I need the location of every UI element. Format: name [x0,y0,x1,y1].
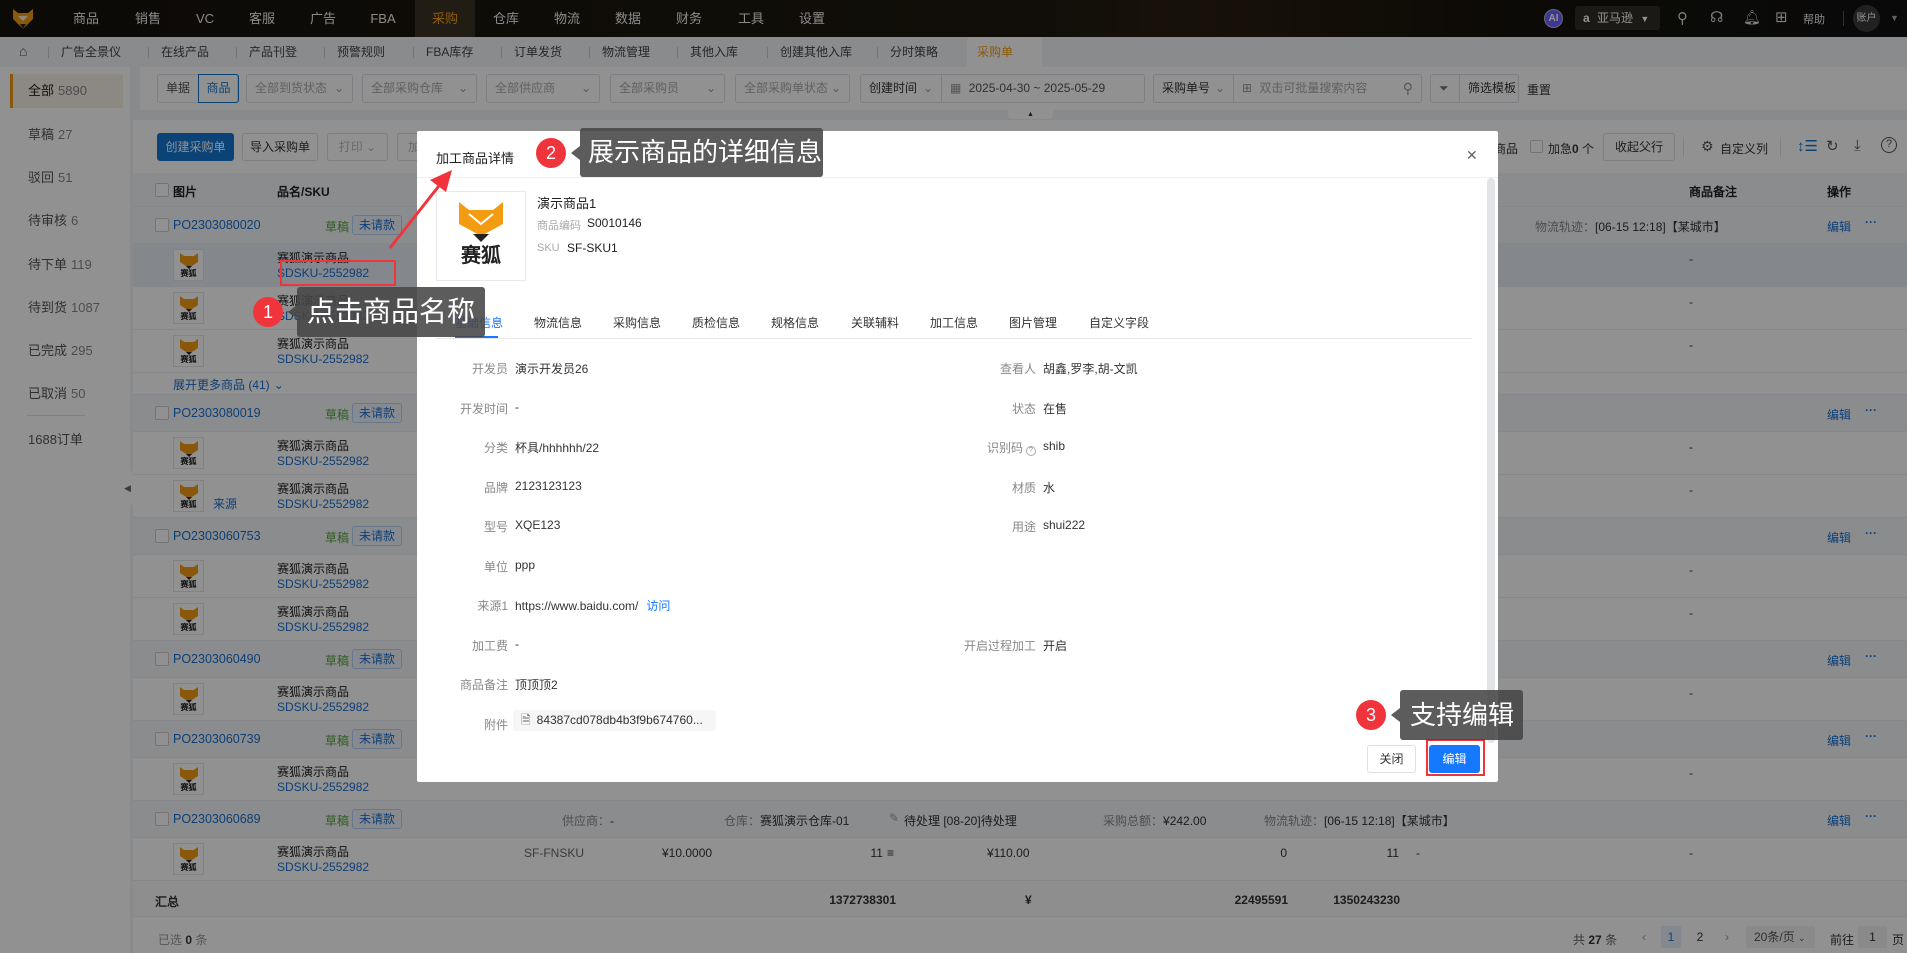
field-label-text: 来源1 [477,599,508,613]
modal-tab[interactable]: 采购信息 [613,314,661,331]
field-label-text: 单位 [483,559,508,574]
help-icon: ? [1026,446,1036,456]
file-icon: 🗎︎ [521,712,531,727]
modal-tab[interactable]: 质检信息 [692,314,740,331]
visit-link[interactable]: 访问 [646,599,670,613]
field-label-text: 材质 [1011,480,1036,495]
field-value: XQE123 [515,518,560,532]
field-value-text: ppp [515,557,536,572]
field-label: 材质 [916,479,1036,496]
field-label: 查看人 [916,360,1036,377]
field-label: 用途 [916,518,1036,535]
field-value: 杯具/hhhhhh/22 [515,439,599,456]
field-label-text: 开发员 [471,362,508,376]
field-value: - [515,637,519,651]
field-value-text: 杯具/hhhhhh/22 [515,441,600,455]
field-label: 识别码? [916,439,1036,456]
field-value-text: - [515,636,519,651]
field-label-text: 型号 [483,520,508,534]
field-value: 演示开发员26 [515,360,588,377]
field-label: 开发员 [388,360,508,377]
product-code: S0010146 [587,216,642,230]
field-value: https://www.baidu.com/访问 [515,597,670,614]
product-sku: SF-SKU1 [567,241,618,255]
field-label-text: 分类 [483,441,508,455]
field-value: 胡鑫,罗李,胡-文凯 [1043,360,1138,377]
annotation-number-3: 3 [1356,700,1386,730]
field-value-text: 开启 [1043,638,1068,653]
field-label-text: 状态 [1011,401,1036,416]
modal-tab[interactable]: 图片管理 [1009,314,1057,331]
attachment-chip[interactable]: 🗎︎ 84387cd078db4b3f9b674760... [513,709,716,731]
modal-tab[interactable]: 加工信息 [930,314,978,331]
annotation-callout-1: 点击商品名称 [287,287,486,337]
field-label: 加工费 [388,637,508,654]
field-value: 水 [1043,479,1055,496]
field-value: 2123123123 [515,479,582,493]
product-name: 演示商品1 [537,196,597,211]
tab-divider [436,338,1472,339]
close-button[interactable]: 关闭 [1367,745,1416,773]
field-label: 型号 [388,518,508,535]
attachment-name: 84387cd078db4b3f9b674760... [536,712,703,727]
modal-tab[interactable]: 规格信息 [771,314,819,331]
field-value-text: - [515,399,519,414]
annotation-callout-3: 支持编辑 [1391,690,1523,740]
modal-scrollbar[interactable] [1487,178,1495,743]
field-value: shib [1043,439,1065,453]
field-label: 状态 [916,400,1036,417]
field-value-text: 2123123123 [515,478,582,493]
field-label: 单位 [388,558,508,575]
field-value-text: shib [1043,439,1066,453]
field-value-text: 胡鑫,罗李,胡-文凯 [1043,362,1138,376]
modal-tab[interactable]: 自定义字段 [1089,314,1149,331]
field-value-text: 演示开发员26 [515,362,589,376]
field-value: 在售 [1043,400,1067,417]
field-label: 开启过程加工 [916,637,1036,654]
field-value: 顶顶顶2 [515,676,558,693]
field-value-text: https://www.baidu.com/ [515,599,639,613]
field-label: 分类 [388,439,508,456]
product-code-label: 商品编码 [537,220,581,232]
product-detail-modal: 加工商品详情 ✕ 赛狐 演示商品1 商品编码 S0010146 SKU SF-S… [417,131,1498,782]
pointer-arrow-icon [388,170,452,249]
field-value: shui222 [1043,518,1085,532]
field-value-text: shui222 [1043,518,1086,532]
field-label: 品牌 [388,479,508,496]
field-label: 开发时间 [388,400,508,417]
field-label-text: 查看人 [999,362,1036,376]
field-value-text: XQE123 [515,518,561,532]
highlight-edit-box [1426,739,1485,776]
field-label: 来源1 [388,597,508,614]
annotation-callout-2: 展示商品的详细信息 [571,128,823,177]
field-value-text: 在售 [1043,401,1068,416]
field-value-text: 水 [1043,480,1056,495]
modal-tab[interactable]: 关联辅料 [851,314,899,331]
field-label-text: 加工费 [471,638,508,653]
highlight-sku-box [280,260,396,286]
field-label-text: 用途 [1011,520,1036,534]
close-icon[interactable]: ✕ [1466,147,1478,164]
annotation-number-1: 1 [253,297,283,327]
field-label-text: 商品备注 [459,678,508,692]
field-value: - [515,400,519,414]
modal-tab[interactable]: 物流信息 [534,314,582,331]
field-label-text: 开发时间 [459,401,508,416]
field-value-text: 顶顶顶2 [515,678,558,692]
field-label-text: 品牌 [483,480,508,495]
field-value: ppp [515,558,535,572]
field-label: 商品备注 [388,676,508,693]
divider [417,177,1498,178]
field-label-text: 识别码 [986,441,1023,455]
field-value: 开启 [1043,637,1067,654]
annotation-number-2: 2 [536,138,566,168]
field-label-text: 开启过程加工 [963,638,1036,653]
field-label: 附件 [388,716,508,733]
sku-label: SKU [537,242,560,254]
field-label-text: 附件 [483,717,508,732]
